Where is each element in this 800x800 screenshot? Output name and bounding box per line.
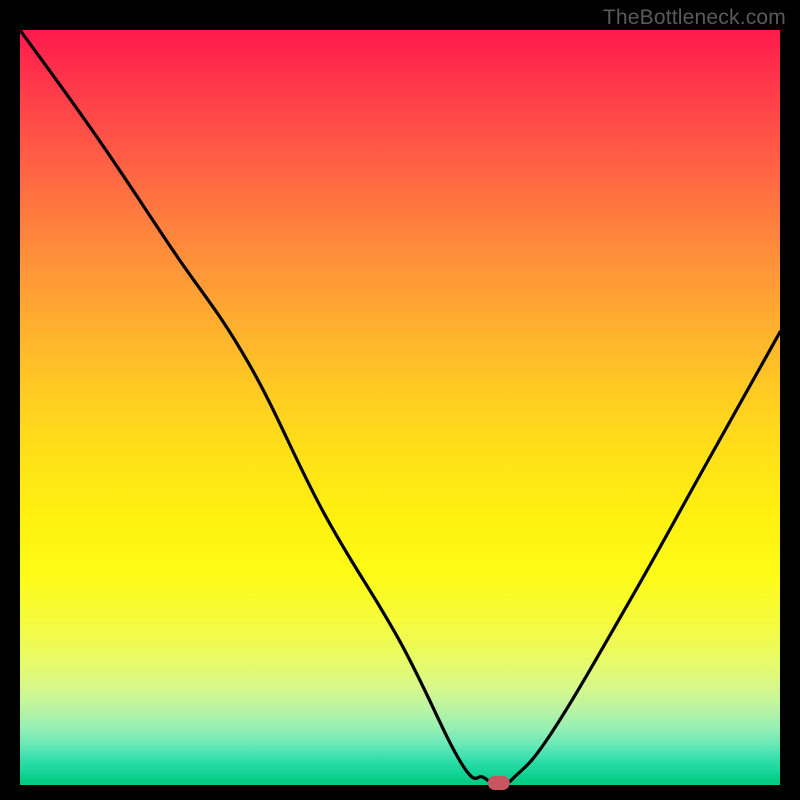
- bottleneck-curve: [20, 30, 780, 785]
- chart-stage: TheBottleneck.com: [0, 0, 800, 800]
- curve-overlay: [20, 30, 780, 785]
- watermark-text: TheBottleneck.com: [603, 6, 786, 30]
- minimum-marker: [488, 776, 510, 790]
- plot-area: [20, 30, 780, 785]
